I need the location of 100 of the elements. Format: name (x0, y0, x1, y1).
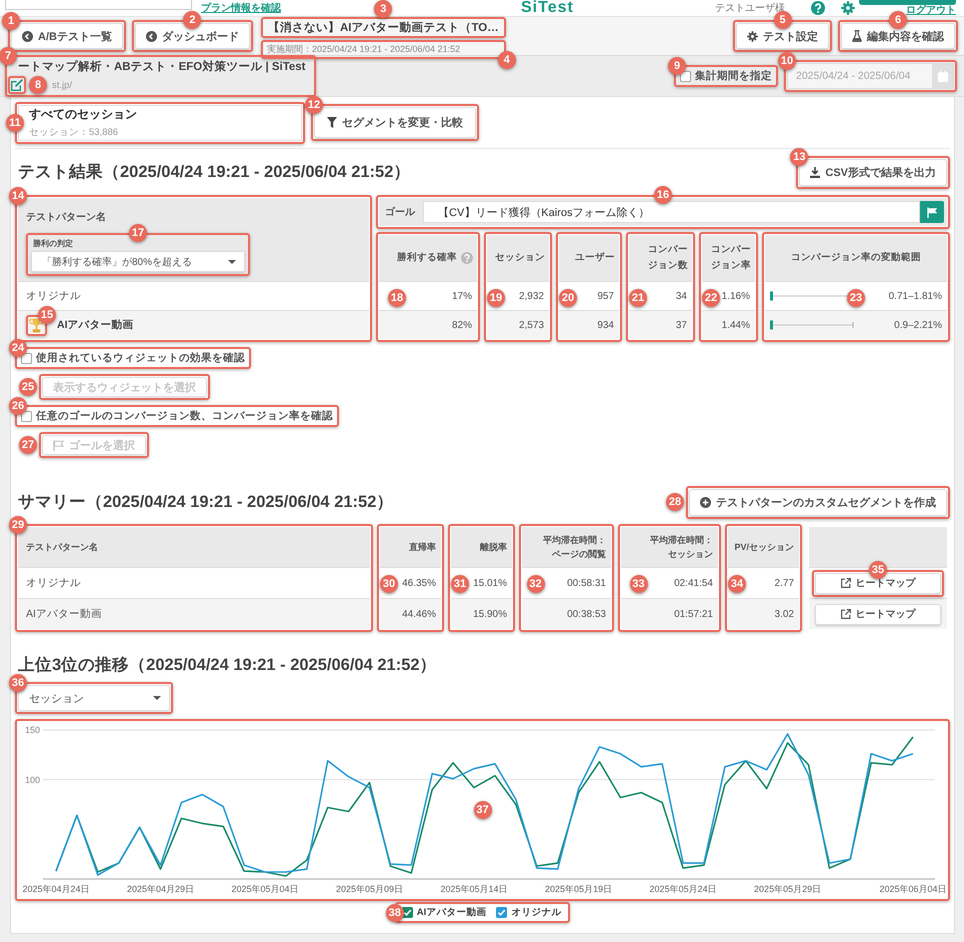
table-cell: 15.90% (451, 598, 512, 629)
review-edits-button[interactable]: 編集内容を確認 (841, 23, 955, 49)
section-heading: テスト結果（2025/04/24 19:21 - 2025/06/04 21:52） (17, 162, 410, 183)
callout-number: 17 (129, 224, 147, 242)
callout-number: 28 (666, 493, 684, 511)
axis-label: 2025年05月29日 (754, 884, 822, 894)
callout-number: 29 (9, 516, 27, 534)
help-icon[interactable] (811, 1, 825, 15)
goal-field[interactable]: 【CV】リード獲得（Kairosフォーム除く） (423, 201, 920, 223)
page-title: ートマップ解析・ABテスト・EFO対策ツール | SiTest (17, 59, 306, 74)
column-header: 離脱率 (480, 541, 507, 554)
segment-title: すべてのセッション (29, 106, 138, 123)
callout-number: 12 (305, 96, 323, 114)
test-title: 【消さない】AIアバター動画テスト（TO… (266, 20, 500, 34)
axis-label: 2025年05月09日 (336, 884, 404, 894)
table-cell: 1.44% (702, 310, 755, 339)
flag-icon (53, 440, 64, 450)
legend-label: AIアバター動画 (416, 906, 486, 919)
metric-select[interactable]: セッション (18, 685, 170, 711)
axis-label: 2025年05月19日 (545, 884, 612, 894)
range-value: 0.71–1.81% (888, 290, 942, 302)
arrow-circle-icon (146, 30, 157, 42)
table-cell: 3.02 (728, 598, 799, 629)
checkbox-label[interactable]: 任意のゴールのコンバージョン数、コンバージョン率を確認 (36, 409, 333, 423)
custom-segment-button[interactable]: テストパターンのカスタムセグメントを作成 (689, 488, 947, 516)
column-header: テストパターン名 (26, 210, 106, 224)
column-header: コンバージョン率 (710, 243, 751, 273)
callout-number: 9 (668, 57, 686, 75)
heatmap-button[interactable]: ヒートマップ (815, 572, 941, 594)
axis-label: 2025年05月14日 (440, 884, 508, 894)
callout-number: 13 (790, 148, 808, 166)
table-cell: 00:38:53 (522, 598, 611, 629)
external-link-icon (840, 578, 850, 588)
table-cell: 2,573 (487, 310, 549, 339)
column-header: 直帰率 (409, 541, 436, 554)
callout-number: 8 (29, 76, 47, 94)
axis-label: 150 (24, 725, 40, 736)
column-header: コンバージョン数 (647, 243, 688, 273)
flask-icon (852, 30, 862, 42)
caret-icon (228, 260, 236, 264)
axis-label: 2025年05月04日 (232, 884, 299, 894)
download-icon (810, 166, 820, 178)
segment-button[interactable]: セグメントを変更・比較 (314, 107, 476, 138)
checkbox-label[interactable]: 使用されているウィジェットの効果を確認 (36, 351, 245, 365)
table-cell: 44.46% (380, 598, 441, 629)
column-header: ユーザー (575, 251, 615, 265)
axis-label: 2025年05月24日 (650, 884, 717, 894)
axis-label: 2025年04月24日 (22, 884, 90, 894)
table-cell: 82% (379, 310, 477, 339)
field-label: 勝利の判定 (32, 238, 74, 249)
nav-button[interactable]: ダッシュボード (134, 23, 250, 49)
edit-icon[interactable] (11, 79, 23, 91)
checkbox[interactable] (496, 907, 508, 918)
test-settings-button[interactable]: テスト設定 (736, 23, 829, 49)
callout-number: 25 (19, 378, 37, 396)
callout-number: 27 (19, 436, 37, 454)
filter-icon (327, 117, 337, 128)
calendar-icon (938, 70, 948, 82)
heatmap-button[interactable]: ヒートマップ (815, 604, 941, 624)
session-count: セッション：53,886 (29, 126, 120, 139)
axis-label: 2025年04月29日 (127, 884, 194, 894)
table-cell: 934 (559, 310, 619, 339)
column-header: 平均滞在時間：セッション (649, 534, 713, 561)
input-field[interactable] (5, 0, 192, 10)
field-label: ゴール (385, 206, 415, 219)
callout-number: 36 (9, 674, 27, 692)
column-header: セッション (495, 251, 545, 265)
column-header: 勝利する確率 (397, 250, 457, 265)
flag-icon (926, 206, 938, 218)
section-heading: 上位3位の推移（2025/04/24 19:21 - 2025/06/04 21:52） (17, 655, 437, 676)
table-cell: AIアバター動画 (18, 598, 370, 629)
callout-number: 4 (498, 50, 516, 68)
plus-circle-icon (700, 496, 711, 508)
caret-icon (153, 696, 161, 700)
axis-label: 2025年06月04日 (879, 884, 947, 894)
arrow-circle-icon (22, 30, 33, 42)
column-header: コンバージョン率の変動範囲 (791, 250, 921, 265)
csv-export-button[interactable]: CSV形式で結果を出力 (799, 158, 947, 186)
callout-number: 16 (654, 186, 672, 204)
table-cell: 37 (629, 310, 692, 339)
callout-number: 26 (9, 397, 27, 415)
callout-number: 7 (0, 47, 17, 65)
callout-number: 11 (6, 114, 24, 132)
nav-button[interactable]: A/Bテスト一覧 (11, 23, 123, 49)
section-heading: サマリー（2025/04/24 19:21 - 2025/06/04 21:52） (17, 492, 394, 513)
checkbox-label[interactable]: 集計期間を指定 (695, 69, 772, 83)
goal-button[interactable] (920, 201, 944, 223)
test-period: 実施期間：2025/04/24 19:21 - 2025/06/04 21:52 (266, 42, 462, 56)
axis-label: 100 (24, 774, 40, 785)
callout-number: 24 (9, 339, 27, 357)
pattern-name: AIアバター動画 (57, 318, 134, 332)
help-icon[interactable] (461, 252, 473, 264)
pattern-name: オリジナル (26, 289, 81, 303)
column-header: テストパターン名 (26, 541, 98, 554)
gear-icon (747, 30, 758, 42)
column-header: 平均滞在時間：ページの閲覧 (542, 534, 606, 561)
win-criteria-select[interactable]: 「勝利する確率」が80%を超える (31, 251, 245, 272)
range-value: 0.9–2.21% (894, 320, 942, 330)
legend-label: オリジナル (511, 906, 562, 919)
callout-number: 38 (386, 904, 404, 922)
